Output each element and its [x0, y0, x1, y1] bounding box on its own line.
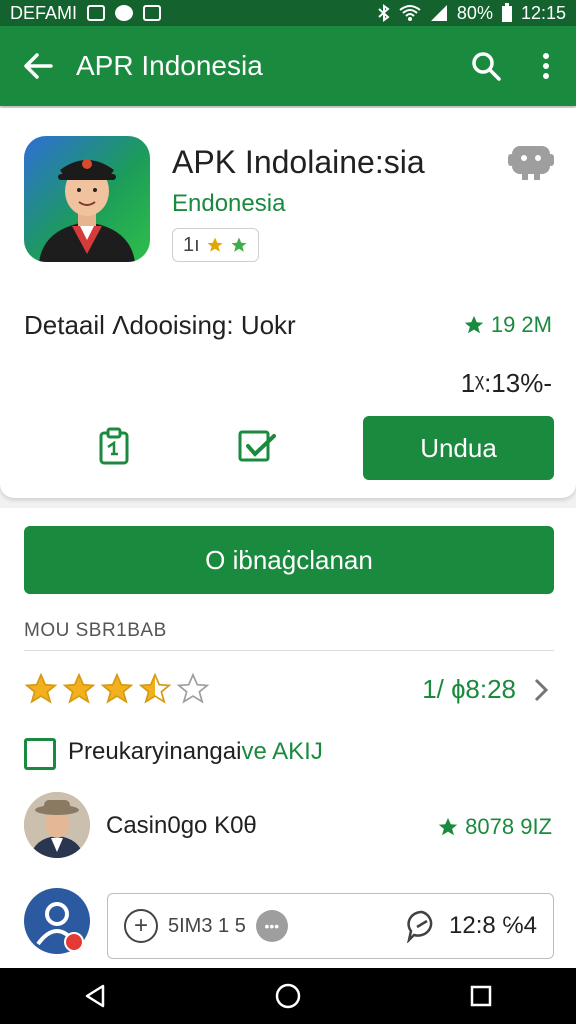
officer-illustration-icon — [39, 159, 135, 262]
clipboard-icon[interactable] — [94, 426, 134, 466]
bluetooth-icon — [378, 4, 390, 22]
detail-count: 1ᵡ:13%- — [460, 368, 552, 398]
smiley-icon — [115, 5, 134, 21]
checkbox-label: Preukaryinangaive AKIJ — [68, 738, 323, 766]
chat-bubble-icon[interactable] — [405, 909, 439, 943]
search-icon — [472, 52, 501, 81]
checkbox[interactable] — [24, 738, 56, 770]
star-icon — [176, 672, 210, 704]
star-rating[interactable] — [24, 672, 210, 706]
star-icon — [207, 237, 223, 252]
reviewer-rating: 8078 9IZ — [437, 814, 552, 840]
install-button[interactable]: Undua — [363, 416, 554, 480]
detail-rating-value: 19 2M — [490, 312, 552, 337]
back-button[interactable] — [0, 53, 76, 79]
more-icon[interactable]: ••• — [255, 910, 288, 942]
star-icon — [138, 672, 172, 704]
notification-dot — [64, 932, 84, 952]
app-name: APK Indolaine:sia — [172, 144, 425, 180]
battery-icon — [501, 3, 512, 22]
search-button[interactable] — [456, 51, 516, 81]
developer-link[interactable]: Endonesia — [172, 190, 285, 218]
battery-text: 80% — [456, 2, 493, 23]
robot-icon[interactable] — [508, 138, 554, 180]
composer-text: 5IM3 1 5 — [168, 914, 246, 937]
reviewer-name: Casin0go K0θ — [106, 812, 257, 839]
composer-time: 12:8 ℅4 — [449, 912, 537, 939]
back-triangle-icon[interactable] — [83, 983, 107, 1009]
star-icon — [100, 672, 134, 704]
content-rating-badge: 1ı — [172, 228, 259, 262]
image-icon — [143, 5, 162, 21]
reviewer-rating-value: 8078 9IZ — [465, 814, 552, 839]
status-time: 12:15 — [520, 2, 566, 23]
comment-composer[interactable]: + 5IM3 1 5 ••• 12:8 ℅4 — [107, 893, 554, 959]
status-left-text: DEFAMI — [10, 2, 78, 23]
rating-value: 1/ ɸ8:28 — [422, 674, 516, 704]
status-bar: DEFAMI 80% 12:15 — [0, 0, 576, 26]
avatar[interactable] — [24, 792, 90, 858]
detail-label: Detaail Ʌdooising: Uokr — [24, 310, 296, 340]
app-header-card: APK Indolaine:sia Endonesia 1ı Detaail Ʌ… — [0, 108, 576, 498]
divider — [24, 650, 554, 651]
star-icon — [464, 315, 484, 334]
overflow-menu-button[interactable] — [516, 52, 576, 80]
home-circle-icon[interactable] — [274, 982, 302, 1010]
badge-value: 1ı — [183, 233, 200, 256]
chevron-right-icon[interactable] — [528, 676, 552, 704]
detail-rating: 19 2M — [463, 312, 552, 338]
star-icon — [438, 817, 458, 836]
add-icon[interactable]: + — [124, 909, 158, 943]
verified-install-icon[interactable] — [236, 426, 276, 466]
checkbox-label-highlight: ve AKIJ — [241, 738, 323, 765]
person-avatar-icon — [24, 792, 90, 858]
wifi-icon — [399, 5, 421, 21]
recents-square-icon[interactable] — [469, 984, 493, 1008]
star-icon — [24, 672, 58, 704]
notification-icon — [87, 5, 106, 21]
app-bar: APR Indonesia — [0, 26, 576, 106]
arrow-left-icon — [24, 53, 53, 79]
star-icon — [62, 672, 96, 704]
signal-icon — [430, 5, 447, 21]
primary-action-button[interactable]: O iḃnaġclanan — [24, 526, 554, 594]
app-icon — [24, 136, 150, 262]
checkbox-label-prefix: Preukaryinangai — [68, 738, 242, 765]
system-nav-bar — [0, 968, 576, 1024]
more-vert-icon — [543, 53, 549, 79]
user-avatar[interactable] — [24, 888, 90, 954]
details-card: O iḃnaġclanan MOU SBR1BAB 1/ ɸ8:28 Preuk… — [0, 508, 576, 968]
section-heading: MOU SBR1BAB — [24, 620, 167, 641]
app-bar-title: APR Indonesia — [76, 50, 263, 81]
star-icon — [231, 237, 247, 252]
